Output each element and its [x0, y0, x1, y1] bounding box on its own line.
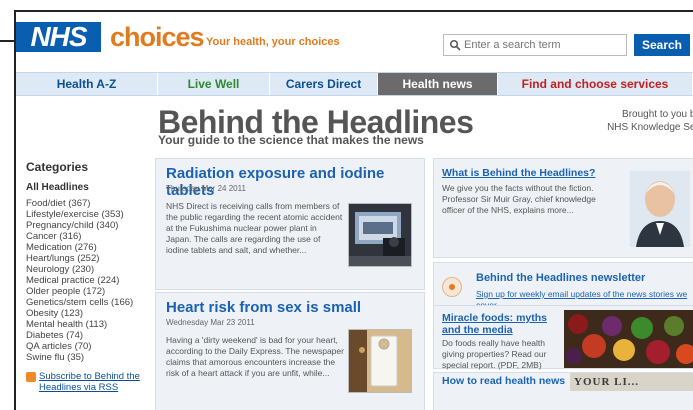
category-item[interactable]: QA articles (70) [26, 341, 151, 352]
what-is-bth-panel: What is Behind the Headlines? We give yo… [433, 158, 693, 258]
category-item[interactable]: Medical practice (224) [26, 275, 151, 286]
category-item[interactable]: Medication (276) [26, 242, 151, 253]
nhs-logo[interactable]: NHS [16, 22, 101, 52]
category-item[interactable]: Neurology (230) [26, 264, 151, 275]
categories-heading: Categories [26, 160, 89, 174]
search-button[interactable]: Search [634, 34, 690, 56]
miracle-foods-text: Do foods really have health giving prope… [442, 338, 547, 370]
article-title[interactable]: Radiation exposure and iodine tablets [166, 165, 424, 199]
article-summary: Having a 'dirty weekend' is bad for your… [166, 335, 344, 378]
sponsor-line-2: NHS Knowledge Servi [607, 122, 693, 133]
rss-line-2: Headlines via RSS [39, 382, 119, 393]
rss-subscribe-link[interactable]: Subscribe to Behind the Headlines via RS… [26, 371, 151, 393]
what-is-bth-text: We give you the facts without the fictio… [442, 183, 596, 215]
newsletter-panel: Behind the Headlines newsletter Sign up … [433, 262, 693, 310]
news-broadcast-image [349, 204, 411, 266]
article-title[interactable]: Heart risk from sex is small [166, 299, 361, 316]
category-item[interactable]: Mental health (113) [26, 319, 151, 330]
article-thumbnail[interactable] [348, 329, 412, 393]
category-item[interactable]: Diabetes (74) [26, 330, 151, 341]
sponsor-line-1: Brought to you by t [622, 109, 693, 120]
category-all-headlines[interactable]: All Headlines [26, 182, 151, 193]
newspaper-image[interactable]: YOUR LI... [570, 373, 693, 391]
sponsor-credit: Brought to you by t NHS Knowledge Servi [586, 108, 693, 134]
portrait-image[interactable] [630, 171, 690, 247]
nav-live-well[interactable]: Live Well [158, 73, 270, 95]
how-to-read-link[interactable]: How to read health news [442, 375, 565, 387]
fruit-image[interactable] [564, 310, 693, 368]
main-nav: Health A-Z Live Well Carers Direct Healt… [16, 72, 693, 96]
door-hanger-image [349, 330, 411, 392]
category-item[interactable]: Heart/lungs (252) [26, 253, 151, 264]
search-icon [449, 39, 461, 51]
nav-find-services[interactable]: Find and choose services [498, 73, 693, 95]
article-date: Thursday Mar 24 2011 [166, 184, 246, 193]
search-box[interactable] [443, 34, 627, 56]
miracle-foods-panel: Miracle foods: myths and the media Do fo… [433, 305, 693, 370]
rss-icon [26, 372, 36, 382]
search-input[interactable] [464, 35, 624, 55]
category-item[interactable]: Older people (172) [26, 286, 151, 297]
article-date: Wednesday Mar 23 2011 [166, 318, 255, 327]
rss-line-1: Subscribe to Behind the [39, 371, 140, 382]
category-item[interactable]: Pregnancy/child (340) [26, 220, 151, 231]
choices-logo[interactable]: choices [110, 22, 205, 53]
nav-health-a-z[interactable]: Health A-Z [16, 73, 158, 95]
what-is-bth-link[interactable]: What is Behind the Headlines? [442, 167, 595, 179]
nav-carers-direct[interactable]: Carers Direct [270, 73, 378, 95]
category-item[interactable]: Swine flu (35) [26, 352, 151, 363]
miracle-foods-link[interactable]: Miracle foods: myths and the media [442, 312, 562, 336]
article-thumbnail[interactable] [348, 203, 412, 267]
newsletter-title[interactable]: Behind the Headlines newsletter [476, 272, 645, 284]
newsletter-icon [442, 277, 462, 297]
article-card: Heart risk from sex is small Wednesday M… [155, 292, 425, 410]
category-item[interactable]: Cancer (316) [26, 231, 151, 242]
article-card: Radiation exposure and iodine tablets Th… [155, 158, 425, 290]
nav-health-news[interactable]: Health news [378, 73, 498, 95]
category-item[interactable]: Food/diet (367) [26, 198, 151, 209]
category-item[interactable]: Lifestyle/exercise (353) [26, 209, 151, 220]
category-item[interactable]: Obesity (123) [26, 308, 151, 319]
category-item[interactable]: Genetics/stem cells (166) [26, 297, 151, 308]
page-subtitle: Your guide to the science that makes the… [158, 133, 424, 147]
article-summary: NHS Direct is receiving calls from membe… [166, 201, 343, 255]
how-to-read-panel: How to read health news YOUR LI... [433, 372, 693, 410]
categories-sidebar: Categories All Headlines Food/diet (367)… [26, 160, 151, 393]
tagline: Your health, your choices [206, 36, 340, 48]
frame-stub-line [0, 40, 16, 42]
